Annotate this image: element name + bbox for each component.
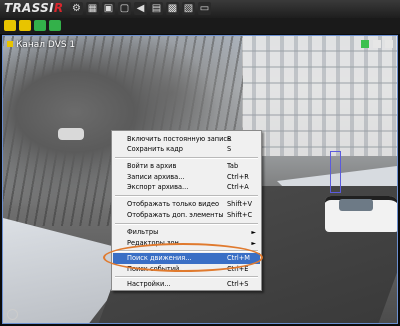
- camera-icon[interactable]: ▧: [182, 2, 195, 15]
- menu-item-filters[interactable]: Фильтры ►: [113, 227, 260, 238]
- display-icon[interactable]: ▤: [150, 2, 163, 15]
- menu-separator: [115, 157, 258, 159]
- submenu-arrow-icon: ►: [251, 229, 256, 236]
- sound-icon[interactable]: ◀: [134, 2, 147, 15]
- fullscreen-icon[interactable]: ▩: [166, 2, 179, 15]
- folder-yellow-icon[interactable]: [19, 20, 31, 31]
- window-icon[interactable]: [373, 40, 381, 48]
- menu-item-save-frame[interactable]: Сохранить кадр S: [113, 144, 260, 155]
- menu-separator: [115, 276, 258, 278]
- submenu-arrow-icon: ►: [251, 240, 256, 247]
- print-icon[interactable]: ▭: [198, 2, 211, 15]
- folder-green-icon[interactable]: [49, 20, 61, 31]
- app-logo: TRASSIR: [4, 1, 64, 15]
- menu-separator: [115, 195, 258, 197]
- menu-item-export-archive[interactable]: Экспорт архива... Ctrl+A: [113, 182, 260, 193]
- layout-icon[interactable]: ▣: [102, 2, 115, 15]
- grid-icon[interactable]: ▦: [86, 2, 99, 15]
- menu-item-settings[interactable]: Настройки... Ctrl+S: [113, 279, 260, 290]
- ptz-control-icon[interactable]: [7, 309, 18, 320]
- menu-item-event-search[interactable]: Поиск событий... Ctrl+E: [113, 264, 260, 275]
- menu-item-extra-elements[interactable]: Отображать доп. элементы Shift+C: [113, 210, 260, 221]
- toolbar-icons: ⚙ ▦ ▣ ▢ ◀ ▤ ▩ ▧ ▭: [70, 2, 211, 16]
- building-floors: [242, 36, 397, 156]
- settings-icon[interactable]: ⚙: [70, 2, 83, 15]
- parked-car: [58, 128, 84, 140]
- layout-toolbar: [0, 18, 400, 34]
- menu-item-video-only[interactable]: Отображать только видео Shift+V: [113, 199, 260, 210]
- main-toolbar: TRASSIR ⚙ ▦ ▣ ▢ ◀ ▤ ▩ ▧ ▭: [0, 0, 400, 18]
- folder-yellow-icon[interactable]: [4, 20, 16, 31]
- close-icon[interactable]: [385, 40, 393, 48]
- menu-separator: [115, 250, 258, 252]
- menu-item-enter-archive[interactable]: Войти в архив Tab: [113, 161, 260, 172]
- car-window: [339, 199, 373, 211]
- context-menu: Включить постоянную запись R Сохранить ка…: [111, 130, 262, 291]
- window-icon[interactable]: ▢: [118, 2, 131, 15]
- folder-green-icon[interactable]: [34, 20, 46, 31]
- detection-frame: [330, 151, 341, 193]
- menu-item-motion-search[interactable]: Поиск движения... Ctrl+M: [113, 253, 260, 264]
- camera-status-icon: [7, 41, 13, 47]
- recording-status-icon[interactable]: [361, 40, 369, 48]
- camera-title: Канал DVS 1: [7, 40, 75, 50]
- menu-item-zone-editors[interactable]: Редакторы зон ►: [113, 238, 260, 249]
- menu-separator: [115, 223, 258, 225]
